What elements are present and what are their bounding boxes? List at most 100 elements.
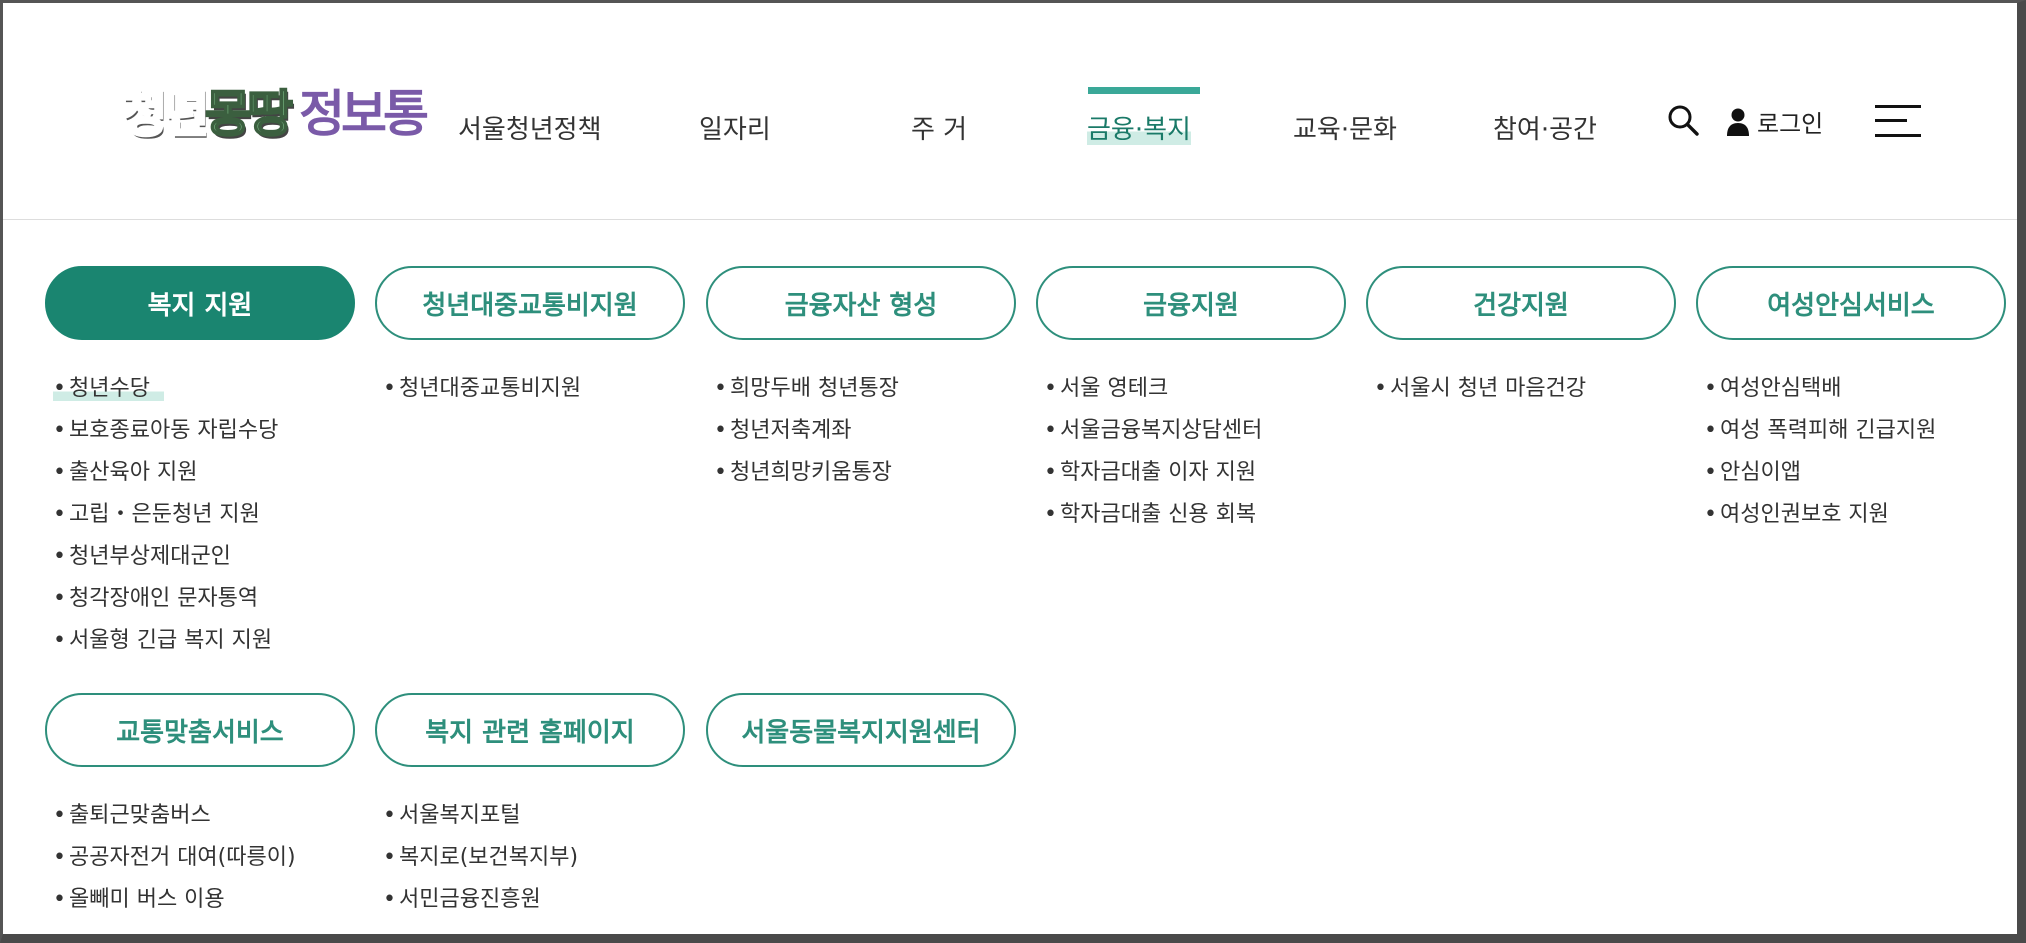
submenu-item-label: 학자금대출 신용 회복: [1060, 502, 1257, 527]
submenu-item[interactable]: • 청각장애인 문자통역: [53, 578, 278, 620]
category-label: 복지 관련 홈페이지: [425, 717, 635, 748]
submenu-transit-fare-support: • 청년대중교통비지원: [383, 368, 581, 410]
submenu-item[interactable]: • 안심이앱: [1704, 452, 1936, 494]
logo-part-1: 청년: [120, 85, 211, 143]
submenu-item[interactable]: • 고립・은둔청년 지원: [53, 494, 278, 536]
submenu-item-label: 청년저축계좌: [730, 418, 852, 443]
nav-label: 교육·문화: [1293, 115, 1397, 145]
category-animal-welfare-center[interactable]: 서울동물복지지원센터: [706, 693, 1016, 767]
submenu-item[interactable]: • 서울시 청년 마음건강: [1374, 368, 1586, 410]
search-icon[interactable]: [1666, 103, 1700, 137]
submenu-item[interactable]: • 서울금융복지상담센터: [1044, 410, 1262, 452]
submenu-item-label: 공공자전거 대여(따릉이): [69, 845, 296, 870]
nav-item-housing[interactable]: 주 거: [911, 113, 967, 147]
active-nav-indicator: [1088, 87, 1200, 94]
category-asset-building[interactable]: 금융자산 형성: [706, 266, 1016, 340]
user-icon: [1727, 108, 1749, 136]
nav-item-jobs[interactable]: 일자리: [699, 113, 771, 147]
submenu-item[interactable]: • 학자금대출 신용 회복: [1044, 494, 1262, 536]
submenu-item-label: 여성인권보호 지원: [1720, 502, 1889, 527]
category-label: 서울동물복지지원센터: [741, 717, 981, 748]
submenu-item[interactable]: • 출퇴근맞춤버스: [53, 795, 296, 837]
submenu-item[interactable]: • 청년저축계좌: [714, 410, 899, 452]
nav-label: 금융·복지: [1087, 115, 1191, 145]
submenu-item[interactable]: • 청년희망키움통장: [714, 452, 899, 494]
submenu-item-label: 서민금융진흥원: [399, 887, 541, 912]
submenu-item-label: 서울 영테크: [1060, 376, 1169, 401]
submenu-item[interactable]: • 보호종료아동 자립수당: [53, 410, 278, 452]
submenu-item-label: 출산육아 지원: [69, 460, 198, 485]
submenu-item-label: 고립・은둔청년 지원: [69, 502, 260, 527]
category-welfare-support[interactable]: 복지 지원: [45, 266, 355, 340]
menu-icon[interactable]: [1875, 104, 1921, 138]
nav-label: 서울청년정책: [458, 115, 602, 145]
category-transit-fare-support[interactable]: 청년대중교통비지원: [375, 266, 685, 340]
submenu-item[interactable]: • 청년부상제대군인: [53, 536, 278, 578]
submenu-item-label: 청각장애인 문자통역: [69, 586, 259, 611]
submenu-item[interactable]: • 서울 영테크: [1044, 368, 1262, 410]
submenu-item[interactable]: • 서울복지포털: [383, 795, 578, 837]
submenu-item[interactable]: • 출산육아 지원: [53, 452, 278, 494]
submenu-item-label: 올빼미 버스 이용: [69, 887, 225, 912]
submenu-item-label: 안심이앱: [1720, 460, 1801, 485]
submenu-item[interactable]: • 희망두배 청년통장: [714, 368, 899, 410]
submenu-health-support: • 서울시 청년 마음건강: [1374, 368, 1586, 410]
submenu-item-label: 출퇴근맞춤버스: [69, 803, 211, 828]
submenu-item[interactable]: • 서울형 긴급 복지 지원: [53, 620, 278, 662]
submenu-item-label: 여성안심택배: [1720, 376, 1842, 401]
category-label: 교통맞춤서비스: [116, 717, 284, 748]
site-logo[interactable]: 청년몽땅 정보통: [120, 88, 430, 141]
category-label: 여성안심서비스: [1767, 290, 1935, 321]
category-health-support[interactable]: 건강지원: [1366, 266, 1676, 340]
submenu-item-label: 청년부상제대군인: [69, 544, 231, 569]
submenu-item-label: 청년희망키움통장: [730, 460, 892, 485]
login-button[interactable]: 로그인: [1727, 104, 1823, 139]
submenu-item-label: 청년수당: [53, 376, 164, 401]
submenu-item[interactable]: • 청년대중교통비지원: [383, 368, 581, 410]
category-custom-transport[interactable]: 교통맞춤서비스: [45, 693, 355, 767]
submenu-item[interactable]: • 공공자전거 대여(따릉이): [53, 837, 296, 879]
submenu-item-label: 서울복지포털: [399, 803, 521, 828]
submenu-item-label: 희망두배 청년통장: [730, 376, 899, 401]
category-label: 청년대중교통비지원: [422, 290, 638, 321]
submenu-item[interactable]: • 올빼미 버스 이용: [53, 879, 296, 921]
submenu-women-safety: • 여성안심택배 • 여성 폭력피해 긴급지원 • 안심이앱 • 여성인권보호 지원: [1704, 368, 1936, 536]
category-financial-support[interactable]: 금융지원: [1036, 266, 1346, 340]
submenu-item[interactable]: • 학자금대출 이자 지원: [1044, 452, 1262, 494]
category-welfare-websites[interactable]: 복지 관련 홈페이지: [375, 693, 685, 767]
login-label: 로그인: [1757, 110, 1824, 138]
submenu-financial-support: • 서울 영테크 • 서울금융복지상담센터 • 학자금대출 이자 지원 • 학자금대출 …: [1044, 368, 1262, 536]
submenu-item-label: 서울형 긴급 복지 지원: [69, 628, 273, 653]
logo-part-2: 몽땅: [204, 85, 294, 143]
nav-item-education-culture[interactable]: 교육·문화: [1293, 113, 1397, 147]
category-label: 건강지원: [1473, 290, 1569, 321]
category-label: 복지 지원: [147, 290, 253, 321]
submenu-item[interactable]: • 복지로(보건복지부): [383, 837, 578, 879]
submenu-item-label: 청년대중교통비지원: [399, 376, 582, 401]
logo-part-3: 정보통: [299, 85, 429, 143]
category-women-safety[interactable]: 여성안심서비스: [1696, 266, 2006, 340]
submenu-item[interactable]: • 서민금융진흥원: [383, 879, 578, 921]
submenu-item-label: 서울금융복지상담센터: [1060, 418, 1263, 443]
submenu-item-label: 학자금대출 이자 지원: [1060, 460, 1257, 485]
submenu-asset-building: • 희망두배 청년통장 • 청년저축계좌 • 청년희망키움통장: [714, 368, 899, 494]
nav-item-finance-welfare[interactable]: 금융·복지: [1087, 113, 1191, 147]
submenu-item[interactable]: • 여성인권보호 지원: [1704, 494, 1936, 536]
category-label: 금융자산 형성: [784, 290, 938, 321]
site-header: 청년몽땅 정보통 서울청년정책 일자리 주 거 금융·복지 교육·문화 참여·공간…: [3, 3, 2017, 220]
nav-label: 일자리: [699, 115, 771, 145]
nav-item-seoul-youth-policy[interactable]: 서울청년정책: [458, 113, 602, 147]
nav-label: 참여·공간: [1493, 115, 1597, 145]
nav-item-participation-space[interactable]: 참여·공간: [1493, 113, 1597, 147]
submenu-item[interactable]: • 여성안심택배: [1704, 368, 1936, 410]
submenu-item-label: 서울시 청년 마음건강: [1390, 376, 1587, 401]
nav-label: 주 거: [911, 115, 968, 145]
submenu-custom-transport: • 출퇴근맞춤버스 • 공공자전거 대여(따릉이) • 올빼미 버스 이용: [53, 795, 296, 921]
submenu-item[interactable]: • 여성 폭력피해 긴급지원: [1704, 410, 1936, 452]
submenu-welfare-support: • 청년수당 • 보호종료아동 자립수당 • 출산육아 지원 • 고립・은둔청년 지원 …: [53, 368, 278, 662]
category-label: 금융지원: [1143, 290, 1239, 321]
submenu-item-label: 보호종료아동 자립수당: [69, 418, 279, 443]
submenu-item[interactable]: • 청년수당: [53, 368, 278, 410]
submenu-item-label: 여성 폭력피해 긴급지원: [1720, 418, 1937, 443]
submenu-welfare-websites: • 서울복지포털 • 복지로(보건복지부) • 서민금융진흥원: [383, 795, 578, 921]
